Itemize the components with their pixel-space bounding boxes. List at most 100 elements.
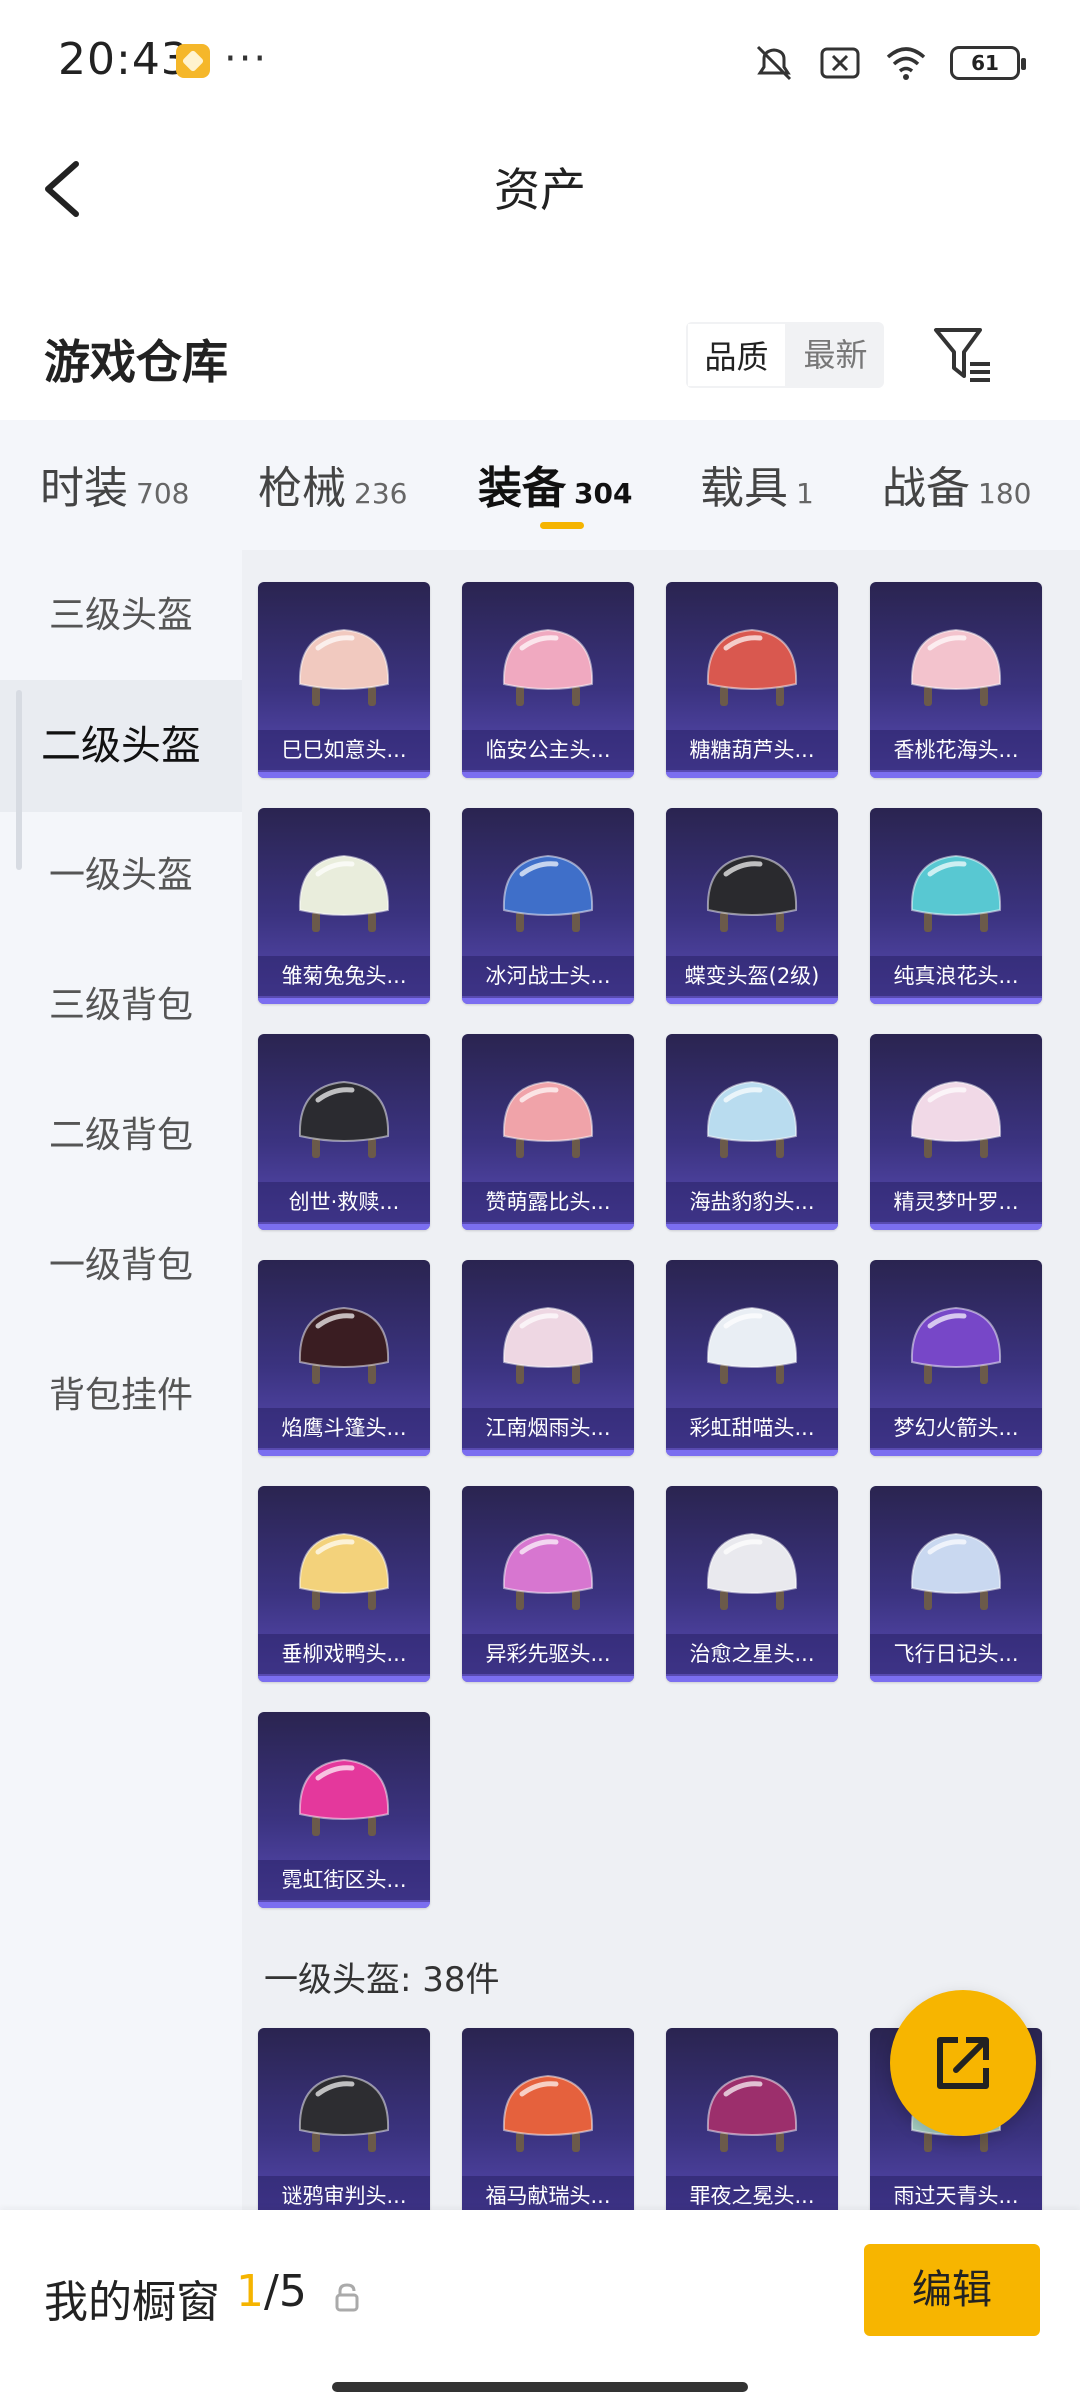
item-card[interactable]: 飞行日记头...: [870, 1486, 1042, 1682]
item-card[interactable]: 江南烟雨头...: [462, 1260, 634, 1456]
tab-equipment[interactable]: 装备 304: [478, 452, 632, 532]
helmet-icon: [298, 1080, 390, 1158]
warehouse-title: 游戏仓库: [44, 335, 228, 389]
tab-count: 236: [354, 477, 408, 510]
status-bar: 20:43 ··· 61: [0, 0, 1080, 130]
item-card-label: 异彩先驱头...: [462, 1634, 634, 1674]
item-card[interactable]: 冰河战士头...: [462, 808, 634, 1004]
item-card-label: 糖糖葫芦头...: [666, 730, 838, 770]
filter-icon[interactable]: [930, 318, 996, 388]
showcase-count: 1/5: [236, 2266, 307, 2317]
sidebar-item-level3-backpack[interactable]: 三级背包: [0, 940, 242, 1072]
item-card-label: 垂柳戏鸭头...: [258, 1634, 430, 1674]
item-card-label: 梦幻火箭头...: [870, 1408, 1042, 1448]
tab-count: 708: [136, 477, 190, 510]
nav-header: 资产: [0, 130, 1080, 250]
item-card-label: 海盐豹豹头...: [666, 1182, 838, 1222]
item-card[interactable]: 福马献瑞头...: [462, 2028, 634, 2210]
helmet-icon: [910, 854, 1002, 932]
item-card-label: 福马献瑞头...: [462, 2176, 634, 2210]
item-card[interactable]: 蝶变头盔(2级): [666, 808, 838, 1004]
helmet-icon: [706, 628, 798, 706]
helmet-icon: [298, 1532, 390, 1610]
tab-count: 1: [796, 477, 814, 510]
helmet-icon: [298, 628, 390, 706]
tab-fashion[interactable]: 时装 708: [40, 452, 189, 532]
item-card[interactable]: 纯真浪花头...: [870, 808, 1042, 1004]
item-card[interactable]: 创世·救赎...: [258, 1034, 430, 1230]
helmet-icon: [502, 1080, 594, 1158]
item-card[interactable]: 垂柳戏鸭头...: [258, 1486, 430, 1682]
category-tabs: 时装 708 枪械 236 装备 304 载具 1 战备 180: [0, 420, 1080, 550]
helmet-icon: [502, 1306, 594, 1384]
helmet-icon: [910, 1532, 1002, 1610]
item-card[interactable]: 巳巳如意头...: [258, 582, 430, 778]
item-card-label: 临安公主头...: [462, 730, 634, 770]
active-tab-indicator: [540, 522, 584, 529]
mute-icon: [756, 45, 792, 81]
item-card[interactable]: 梦幻火箭头...: [870, 1260, 1042, 1456]
item-card[interactable]: 彩虹甜喵头...: [666, 1260, 838, 1456]
item-card[interactable]: 海盐豹豹头...: [666, 1034, 838, 1230]
helmet-icon: [298, 1306, 390, 1384]
bottom-bar: 我的橱窗 1/5 编辑: [0, 2210, 1080, 2400]
item-card-label: 纯真浪花头...: [870, 956, 1042, 996]
item-card-label: 精灵梦叶罗...: [870, 1182, 1042, 1222]
share-button[interactable]: [890, 1990, 1036, 2136]
tab-count: 304: [574, 477, 633, 510]
helmet-icon: [910, 1080, 1002, 1158]
item-card[interactable]: 香桃花海头...: [870, 582, 1042, 778]
item-card[interactable]: 糖糖葫芦头...: [666, 582, 838, 778]
item-card[interactable]: 临安公主头...: [462, 582, 634, 778]
tab-guns[interactable]: 枪械 236: [258, 452, 407, 532]
tab-supplies[interactable]: 战备 180: [882, 452, 1031, 532]
item-card-label: 飞行日记头...: [870, 1634, 1042, 1674]
edit-button[interactable]: 编辑: [864, 2244, 1040, 2336]
item-card-label: 雏菊兔兔头...: [258, 956, 430, 996]
sidebar-item-level1-helmet[interactable]: 一级头盔: [0, 810, 242, 942]
sort-newest[interactable]: 最新: [787, 322, 884, 388]
helmet-icon: [706, 854, 798, 932]
sort-toggle: 品质 最新: [686, 322, 884, 388]
status-time: 20:43: [58, 34, 190, 85]
item-card[interactable]: 谜鸦审判头...: [258, 2028, 430, 2210]
item-card[interactable]: 罪夜之冕头...: [666, 2028, 838, 2210]
helmet-icon: [298, 1758, 390, 1836]
item-card[interactable]: 赞萌露比头...: [462, 1034, 634, 1230]
item-card[interactable]: 焰鹰斗篷头...: [258, 1260, 430, 1456]
sidebar-scrollbar[interactable]: [16, 690, 22, 870]
helmet-icon: [910, 628, 1002, 706]
item-card-label: 彩虹甜喵头...: [666, 1408, 838, 1448]
helmet-icon: [298, 854, 390, 932]
item-card-label: 谜鸦审判头...: [258, 2176, 430, 2210]
item-card[interactable]: 治愈之星头...: [666, 1486, 838, 1682]
tab-label: 载具: [700, 463, 788, 514]
showcase-current: 1: [236, 2266, 264, 2317]
item-card-label: 巳巳如意头...: [258, 730, 430, 770]
item-card-label: 霓虹街区头...: [258, 1860, 430, 1900]
sidebar-item-backpack-charm[interactable]: 背包挂件: [0, 1330, 242, 1462]
app-notification-icon: [176, 44, 210, 78]
helmet-icon: [502, 2074, 594, 2152]
item-card[interactable]: 精灵梦叶罗...: [870, 1034, 1042, 1230]
item-card[interactable]: 霓虹街区头...: [258, 1712, 430, 1908]
sidebar-item-level1-backpack[interactable]: 一级背包: [0, 1200, 242, 1332]
item-card[interactable]: 雏菊兔兔头...: [258, 808, 430, 1004]
tab-label: 战备: [882, 463, 970, 514]
item-card-label: 冰河战士头...: [462, 956, 634, 996]
status-icons: 61: [752, 40, 1026, 86]
home-indicator[interactable]: [332, 2382, 748, 2392]
sidebar-item-level2-helmet[interactable]: 二级头盔: [0, 680, 242, 812]
helmet-icon: [502, 1532, 594, 1610]
tab-vehicles[interactable]: 载具 1: [700, 452, 814, 532]
lock-icon: [335, 2283, 359, 2312]
sidebar-item-level3-helmet[interactable]: 三级头盔: [0, 550, 242, 682]
item-card[interactable]: 异彩先驱头...: [462, 1486, 634, 1682]
item-card-label: 香桃花海头...: [870, 730, 1042, 770]
no-sim-icon: [820, 47, 860, 79]
sidebar-item-level2-backpack[interactable]: 二级背包: [0, 1070, 242, 1202]
battery-indicator: 61: [950, 46, 1026, 80]
sort-quality[interactable]: 品质: [686, 322, 787, 388]
wifi-icon: [886, 47, 926, 80]
helmet-icon: [706, 1532, 798, 1610]
